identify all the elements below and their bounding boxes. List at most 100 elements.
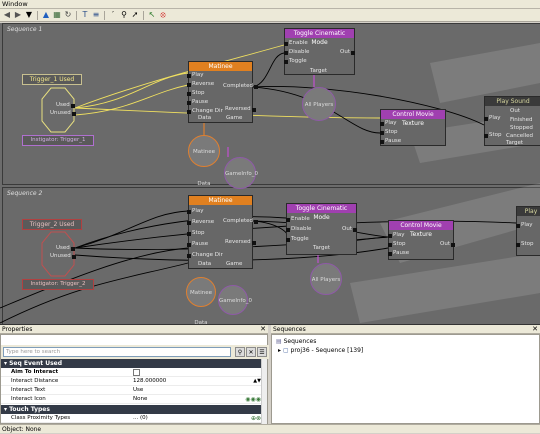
tools-icon[interactable]: ≡: [91, 10, 101, 20]
property-key: Aim To Interact: [11, 369, 59, 375]
search-icon[interactable]: ′: [108, 10, 118, 20]
sound-port-stop[interactable]: Stop: [484, 132, 502, 138]
back-icon[interactable]: ◀: [2, 10, 12, 20]
movie-port-play[interactable]: Play: [379, 120, 396, 126]
properties-scrollbar[interactable]: [261, 359, 267, 425]
property-value[interactable]: Use: [133, 386, 143, 395]
movie-port-stop[interactable]: Stop: [388, 241, 406, 247]
matinee-port-change-dir[interactable]: Change Dir: [187, 252, 223, 258]
var-all-players-1[interactable]: All Players: [302, 87, 336, 121]
matinee-port-play[interactable]: Play: [186, 208, 203, 214]
toggle-port-out[interactable]: Out: [340, 49, 355, 55]
add-icon[interactable]: ⊕⊗: [251, 414, 261, 423]
var-matinee-data-2[interactable]: Matinee Data: [186, 277, 216, 324]
sound-port-play[interactable]: Play: [483, 115, 500, 121]
dropdown-icon[interactable]: ▼: [24, 10, 34, 20]
sound-port-stop[interactable]: Stop: [516, 241, 534, 247]
event-port-unused[interactable]: Unused: [50, 253, 76, 259]
browse-icon[interactable]: ◉◉◉: [245, 395, 261, 404]
search-icon[interactable]: ⚲: [235, 347, 245, 357]
sequence-icon: ▢: [282, 347, 289, 354]
event-port-used[interactable]: Used: [56, 102, 75, 108]
close-icon[interactable]: ✕: [532, 325, 538, 334]
movie-port-pause[interactable]: Pause: [379, 138, 401, 144]
event-trigger-2[interactable]: Trigger_2 Used: [22, 219, 82, 230]
matinee-out-completed[interactable]: Completed: [223, 218, 258, 224]
tree-item-label: proj36 - Sequence [139]: [290, 347, 364, 354]
movie-port-pause[interactable]: Pause: [387, 250, 409, 256]
toggle-port-enable[interactable]: Enable: [286, 216, 310, 222]
movie-port-play[interactable]: Play: [387, 232, 404, 238]
toggle-port-toggle[interactable]: Toggle: [286, 236, 309, 242]
stop-icon[interactable]: ⦻: [158, 10, 168, 20]
properties-title: Properties: [2, 326, 33, 333]
filter-icon[interactable]: T: [80, 10, 90, 20]
checkbox[interactable]: [133, 369, 140, 376]
category-seq-event-used[interactable]: ▾ Seq Event Used: [1, 359, 263, 368]
sound-port-play[interactable]: Play: [515, 222, 532, 228]
instigator-var-1[interactable]: Instigator: Trigger_1: [22, 135, 94, 146]
matinee-port-reverse[interactable]: Reverse: [186, 219, 214, 225]
var-matinee-data-1[interactable]: Matinee Data: [188, 135, 220, 187]
property-row[interactable]: Interact Distance 128.000000 ▲▼: [1, 377, 263, 386]
sequences-title: Sequences: [273, 326, 306, 333]
node-header: Play Sound: [517, 207, 540, 216]
properties-header: Properties ✕: [0, 325, 268, 334]
tree-item[interactable]: ▸ ▢ proj36 - Sequence [139]: [278, 347, 363, 354]
matinee-port-stop[interactable]: Stop: [187, 90, 205, 96]
toggle-port-enable[interactable]: Enable: [284, 40, 308, 46]
toggle-port-disable[interactable]: Disable: [285, 226, 311, 232]
forward-icon[interactable]: ▶: [13, 10, 23, 20]
link-icon[interactable]: ➚: [130, 10, 140, 20]
property-row[interactable]: Interact Text Use: [1, 386, 263, 395]
properties-search-input[interactable]: Type here to search: [3, 347, 231, 357]
toolbar-separator: [76, 10, 77, 20]
movie-port-stop[interactable]: Stop: [380, 129, 398, 135]
instigator-var-2[interactable]: Instigator: Trigger_2: [22, 279, 94, 290]
category-touch-types[interactable]: ▾ Touch Types: [1, 405, 263, 414]
kismet-canvas[interactable]: Sequence 1 Sequence 2 Trigger_1 Used Use…: [0, 23, 540, 325]
property-value[interactable]: 128.000000: [133, 377, 166, 386]
var-game-2[interactable]: GameInfo_0: [218, 285, 252, 315]
property-value[interactable]: None: [133, 395, 147, 404]
var-all-players-2[interactable]: All Players: [310, 263, 342, 295]
property-row[interactable]: Aim To Interact: [1, 368, 263, 377]
tree-root[interactable]: ▤ Sequences: [276, 338, 316, 345]
zoom-icon[interactable]: ⚲: [119, 10, 129, 20]
matinee-out-reversed[interactable]: Reversed: [225, 106, 256, 112]
property-row[interactable]: Interact Icon None ◉◉◉: [1, 395, 263, 404]
property-value[interactable]: ... (0): [133, 414, 148, 423]
movie-port-out[interactable]: Out: [440, 241, 455, 247]
grid-icon[interactable]: ▦: [52, 10, 62, 20]
expand-icon[interactable]: ▸: [278, 347, 281, 354]
matinee-port-pause[interactable]: Pause: [186, 241, 208, 247]
toggle-port-out[interactable]: Out: [342, 226, 357, 232]
close-icon[interactable]: ✕: [260, 325, 266, 334]
matinee-out-reversed[interactable]: Reversed: [225, 239, 256, 245]
matinee-port-pause[interactable]: Pause: [186, 99, 208, 105]
toolbar-separator: [143, 10, 144, 20]
play-sound-node-2[interactable]: Play Sound: [516, 206, 540, 256]
matinee-port-reverse[interactable]: Reverse: [186, 81, 214, 87]
matinee-port-play[interactable]: Play: [186, 72, 203, 78]
category-label: Touch Types: [9, 406, 50, 413]
stepper-icon[interactable]: ▲▼: [253, 377, 261, 386]
up-icon[interactable]: ▲: [41, 10, 51, 20]
arrow-icon[interactable]: ↖: [147, 10, 157, 20]
property-row[interactable]: Class Proximity Types ... (0) ⊕⊗: [1, 414, 263, 423]
matinee-port-stop[interactable]: Stop: [187, 230, 205, 236]
event-trigger-1[interactable]: Trigger_1 Used: [22, 74, 82, 85]
category-label: Seq Event Used: [9, 360, 62, 367]
clear-icon[interactable]: ✕: [246, 347, 256, 357]
refresh-icon[interactable]: ↻: [63, 10, 73, 20]
options-icon[interactable]: ☰: [257, 347, 267, 357]
event-port-used[interactable]: Used: [56, 245, 75, 251]
toggle-port-disable[interactable]: Disable: [283, 49, 309, 55]
toggle-port-toggle[interactable]: Toggle: [284, 58, 307, 64]
matinee-out-completed[interactable]: Completed: [223, 83, 258, 89]
toggle-target: Target: [313, 245, 331, 251]
matinee-port-change-dir[interactable]: Change Dir: [187, 108, 223, 114]
event-port-unused[interactable]: Unused: [50, 110, 76, 116]
var-game-1[interactable]: GameInfo_0: [224, 157, 258, 189]
matinee-game-label: Game: [226, 261, 243, 267]
